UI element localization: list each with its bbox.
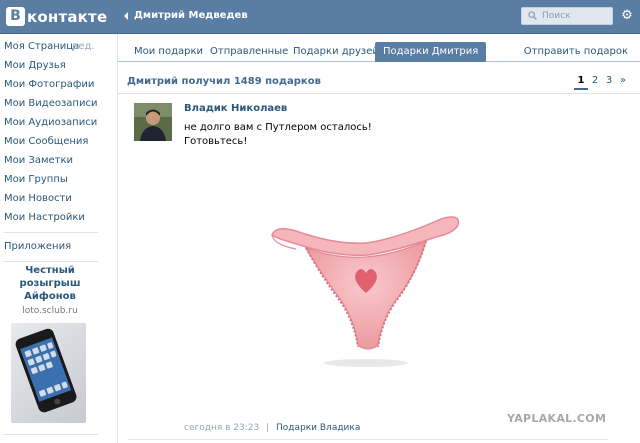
gift-entry: Владик Николаев не долго вам с Путлером … [128,97,608,440]
gift-footer: сегодня в 23:23 | Подарки Владика [184,423,360,433]
footer-separator: | [266,423,270,433]
ad-title[interactable]: Честный розыгрыш Айфонов [4,264,96,303]
sidebar-item-videos[interactable]: Мои Видеозаписи [0,94,100,113]
tab-my-gifts[interactable]: Мои подарки [126,42,211,62]
watermark: YAPLAKAL.COM [507,412,607,425]
back-link[interactable]: Дмитрий Медведев [124,10,248,21]
page-3[interactable]: 3 [602,75,616,90]
sidebar-item-audio[interactable]: Мои Аудиозаписи [0,113,100,132]
back-title: Дмитрий Медведев [134,10,248,21]
sender-name[interactable]: Владик Николаев [184,103,287,114]
back-arrow-icon [124,11,128,20]
menu-divider [4,232,98,233]
ad-divider [4,434,98,435]
sidebar-item-my-page[interactable]: Моя Страница ред. [0,37,100,56]
menu-divider [4,261,98,262]
edit-link[interactable]: ред. [72,37,95,56]
sidebar-item-photos[interactable]: Мои Фотографии [0,75,100,94]
page-next[interactable]: » [616,75,630,90]
sidebar-item-news[interactable]: Мои Новости [0,189,100,208]
search-input[interactable] [542,10,610,22]
sidebar-item-settings[interactable]: Мои Настройки [0,208,100,227]
gift-count-summary: Дмитрий получил 1489 подарков [127,76,321,87]
logo-badge: В [6,7,25,26]
gift-message: не долго вам с Путлером осталось! Готовь… [184,121,372,149]
ad-phone-image[interactable] [11,323,86,423]
tab-sent[interactable]: Отправленные [202,42,296,62]
tab-dmitry-gifts[interactable]: Подарки Дмитрия [375,42,487,62]
sidebar-item-groups[interactable]: Мои Группы [0,170,100,189]
search-icon [528,11,537,20]
sender-gifts-link[interactable]: Подарки Владика [276,423,360,433]
left-menu: Моя Страница ред. Мои Друзья Мои Фотогра… [0,34,100,266]
message-line: Готовьтесь! [184,136,248,147]
vk-logo[interactable]: В контакте [6,7,107,26]
sidebar-item-apps[interactable]: Приложения [0,237,100,256]
ad-url[interactable]: loto.sclub.ru [4,306,96,316]
pagination: 1 2 3 » [574,75,630,90]
message-line: не долго вам с Путлером осталось! [184,122,372,133]
top-bar: В контакте Дмитрий Медведев ⚙ [0,0,640,34]
avatar[interactable] [134,103,172,141]
sidebar-item-label: Моя Страница [4,41,80,52]
sidebar-item-notes[interactable]: Мои Заметки [0,151,100,170]
summary-bar: Дмитрий получил 1489 подарков 1 2 3 » [118,67,640,94]
column-divider [117,34,118,443]
send-gift-link[interactable]: Отправить подарок [524,46,628,57]
avatar-photo [134,103,172,141]
tab-friends-gifts[interactable]: Подарки друзей [285,42,387,62]
sidebar-item-messages[interactable]: Мои Сообщения [0,132,100,151]
page-2[interactable]: 2 [588,75,602,90]
search-box[interactable] [521,7,613,25]
logo-text: контакте [27,7,108,26]
gear-icon[interactable]: ⚙ [620,9,634,23]
phone-illustration [15,328,77,413]
gift-time: сегодня в 23:23 [184,423,260,433]
sidebar-item-friends[interactable]: Мои Друзья [0,56,100,75]
page-1[interactable]: 1 [574,75,588,90]
gift-image [271,216,460,367]
